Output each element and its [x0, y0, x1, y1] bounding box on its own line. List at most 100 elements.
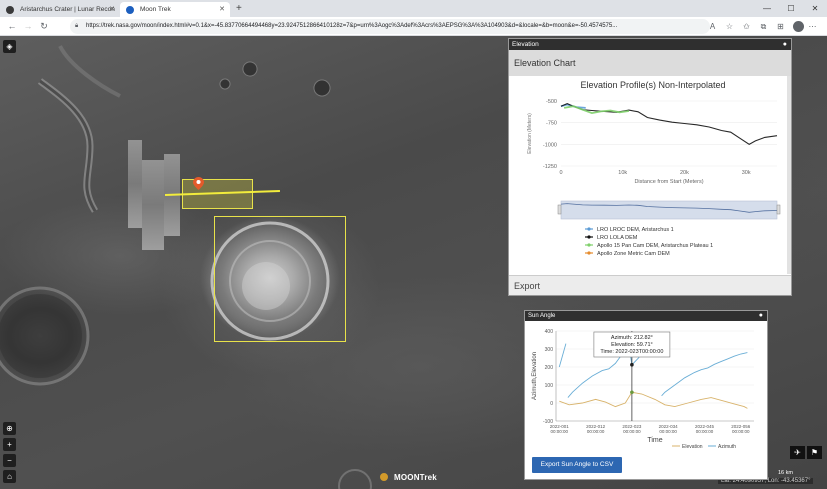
elevation-panel-title: Elevation	[512, 41, 539, 48]
zoom-in-icon[interactable]: +	[3, 438, 16, 451]
elevation-panel-titlebar[interactable]: Elevation ●	[509, 39, 791, 50]
x-tick-label: 0	[559, 170, 562, 176]
x-tick-label: 10k	[618, 170, 627, 176]
sun-angle-chart[interactable]: -10001002003004002022-00100:00:002022-01…	[528, 323, 766, 453]
close-tab-icon[interactable]: ✕	[109, 5, 115, 13]
y-axis-label: Azimuth,Elevation	[532, 352, 538, 400]
more-menu-icon[interactable]: ⋯	[804, 22, 821, 31]
series-line	[559, 391, 748, 409]
legend-label: Apollo 15 Pan Cam DEM, Aristarchus Plate…	[597, 243, 713, 249]
globe-view-icon[interactable]: ⊕	[3, 422, 16, 435]
window-controls: — ☐ ✕	[755, 0, 827, 17]
small-crater	[242, 61, 258, 77]
y-tick-label: 200	[545, 365, 554, 371]
navigator-handle-left	[557, 204, 562, 215]
image-strip	[142, 160, 164, 250]
moon-globe-icon	[380, 473, 388, 481]
crater-floor-west	[0, 294, 82, 378]
sun-angle-title: Sun Angle	[528, 313, 556, 319]
range-navigator	[560, 200, 778, 220]
x-axis-label: Distance from Start (Meters)	[634, 179, 703, 185]
close-tab-icon[interactable]: ✕	[219, 5, 225, 13]
navigator-handle-right	[776, 204, 781, 215]
y-tick-label: -750	[546, 121, 557, 127]
address-bar[interactable]: 🔒︎ https://trek.nasa.gov/moon/index.html…	[70, 19, 710, 34]
x-tick-label: 20k	[680, 170, 689, 176]
legend-label: LRO LROC DEM, Aristarchus 1	[597, 227, 674, 233]
reload-icon[interactable]: ↻	[36, 21, 52, 32]
scale-label: 16 km	[778, 470, 793, 476]
back-icon[interactable]: ←	[4, 21, 20, 31]
x-tick-label: 00:00:00	[696, 429, 714, 434]
legend-label: LRO LOLA DEM	[597, 235, 638, 241]
close-panel-icon[interactable]: ●	[759, 311, 763, 321]
tab-aristarchus[interactable]: Aristarchus Crater | Lunar Recon ✕	[0, 2, 120, 17]
tab-strip: Aristarchus Crater | Lunar Recon ✕ Moon …	[0, 0, 827, 17]
series-line	[560, 103, 778, 145]
y-tick-label: -1250	[543, 164, 557, 170]
chart-title: Elevation Profile(s) Non-Interpolated	[580, 80, 725, 90]
export-sun-angle-button[interactable]: Export Sun Angle to CSV	[532, 457, 622, 473]
legend-marker	[587, 235, 591, 239]
close-panel-icon[interactable]: ●	[783, 39, 787, 50]
x-tick-label: 00:00:00	[623, 429, 641, 434]
image-strip	[128, 140, 142, 228]
y-tick-label: 400	[545, 329, 554, 335]
crater-rim-south	[338, 469, 372, 489]
export-section-header[interactable]: Export	[509, 275, 791, 295]
nasa-favicon-icon	[126, 6, 134, 14]
map-bottom-right-tools: ✈ ⚑	[790, 446, 822, 459]
lroc-favicon-icon	[6, 6, 14, 14]
extensions-icon[interactable]: ⊞	[772, 22, 789, 31]
x-tick-label: 00:00:00	[732, 429, 750, 434]
y-tick-label: 100	[545, 383, 554, 389]
legend-label: Elevation	[682, 444, 703, 450]
tab-moon-trek[interactable]: Moon Trek ✕	[120, 2, 230, 17]
y-tick-label: -500	[546, 99, 557, 105]
sun-angle-titlebar[interactable]: Sun Angle ●	[525, 311, 767, 321]
legend-marker	[587, 227, 591, 231]
home-icon[interactable]: ⌂	[3, 470, 16, 483]
elevation-chart[interactable]: Elevation Profile(s) Non-Interpolated -50…	[519, 77, 787, 267]
layers-icon[interactable]: ◈	[3, 40, 16, 53]
legend-marker	[587, 251, 591, 255]
tooltip-elevation: Elevation: 59.71°	[611, 342, 653, 348]
panel-scrollbar[interactable]	[787, 76, 791, 274]
maximize-icon[interactable]: ☐	[779, 0, 803, 17]
read-aloud-icon[interactable]: A	[704, 22, 721, 31]
x-tick-label: 30k	[742, 170, 751, 176]
new-tab-button[interactable]: +	[230, 2, 248, 17]
dem-footprint-large[interactable]	[214, 216, 346, 342]
forward-icon[interactable]: →	[20, 21, 36, 31]
location-pin-icon[interactable]	[193, 177, 204, 190]
elevation-chart-header[interactable]: Elevation Chart	[509, 50, 791, 76]
zoom-out-icon[interactable]: −	[3, 454, 16, 467]
legend-label: Azimuth	[718, 444, 736, 450]
minimize-icon[interactable]: —	[755, 0, 779, 17]
collections-icon[interactable]: ⧉	[755, 22, 772, 32]
browser-window: Aristarchus Crater | Lunar Recon ✕ Moon …	[0, 0, 827, 489]
favorites-icon[interactable]: ✩	[738, 22, 755, 31]
browser-toolbar-right: A ☆ ✩ ⧉ ⊞ ⋯	[704, 17, 821, 36]
x-axis-label: Time	[647, 437, 662, 444]
address-toolbar: ← → ↻ 🔒︎ https://trek.nasa.gov/moon/inde…	[0, 17, 827, 36]
favorite-star-icon[interactable]: ☆	[721, 22, 738, 31]
y-tick-label: -1000	[543, 142, 557, 148]
x-tick-label: 00:00:00	[551, 429, 569, 434]
url-text: https://trek.nasa.gov/moon/index.html#v=…	[86, 23, 618, 29]
profile-avatar[interactable]	[793, 21, 804, 32]
legend-label: Apollo Zone Metric Cam DEM	[597, 251, 670, 257]
ridge-line	[58, 45, 121, 98]
sun-angle-panel: Sun Angle ● -100 0 100 200 300 400 2022-001 00:…	[524, 310, 768, 480]
x-tick-label: 00:00:00	[659, 429, 677, 434]
tooltip-azimuth: Azimuth: 212.82°	[611, 335, 653, 341]
close-window-icon[interactable]: ✕	[803, 0, 827, 17]
tab-aristarchus-label: Aristarchus Crater | Lunar Recon	[20, 6, 115, 13]
x-tick-label: 00:00:00	[587, 429, 605, 434]
fly-to-icon[interactable]: ✈	[790, 446, 805, 459]
moontrek-logo: MOONTrek	[380, 473, 437, 482]
series-line	[563, 105, 630, 115]
elevation-panel: Elevation ● Elevation Chart Elevation Pr…	[508, 38, 792, 296]
small-crater	[219, 78, 231, 90]
bookmark-icon[interactable]: ⚑	[807, 446, 822, 459]
